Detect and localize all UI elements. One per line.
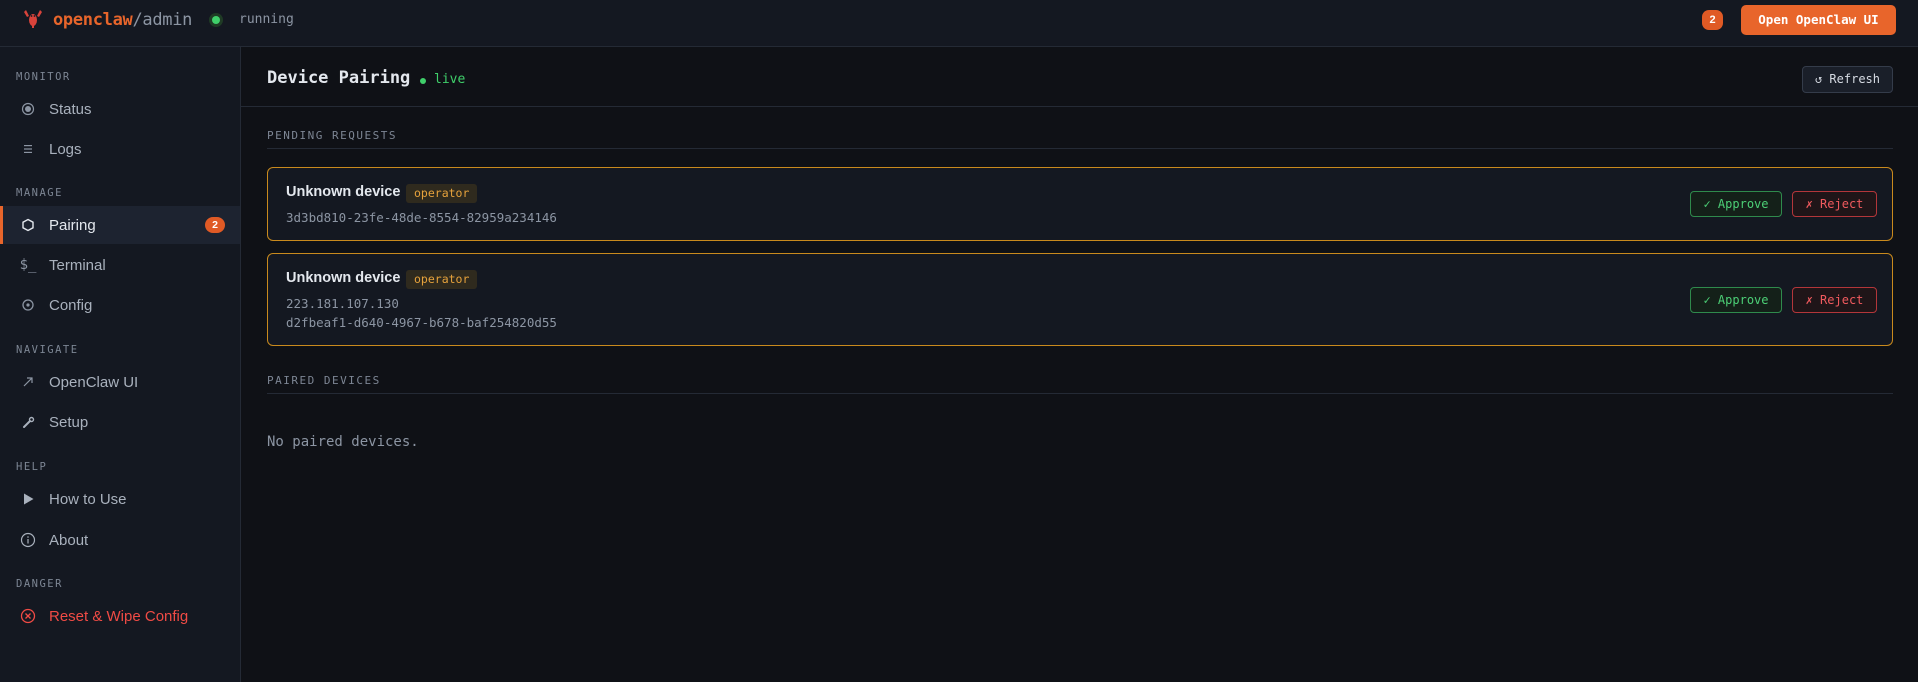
- brand-name: openclaw: [53, 10, 133, 30]
- device-ip: 223.181.107.130: [286, 296, 399, 311]
- page-title: Device Pairing: [267, 68, 411, 88]
- section-label-navigate: NAVIGATE: [16, 344, 79, 356]
- section-label-manage: MANAGE: [16, 187, 63, 199]
- pending-request-card: Unknown device operator 3d3bd810-23fe-48…: [267, 167, 1893, 241]
- role-badge: operator: [406, 270, 478, 289]
- live-label: live: [434, 72, 466, 87]
- play-icon: [17, 488, 39, 510]
- hexagon-icon: [17, 214, 39, 236]
- lobster-logo-icon: [22, 7, 44, 34]
- device-name: Unknown device: [286, 184, 401, 200]
- external-arrow-icon: [17, 371, 39, 393]
- approve-button[interactable]: ✓ Approve: [1690, 191, 1782, 217]
- paired-devices-heading: PAIRED DEVICES: [267, 374, 1893, 394]
- sidebar-item-label: How to Use: [49, 490, 127, 508]
- sidebar-item-label: Logs: [49, 140, 82, 158]
- pairing-count-badge: 2: [205, 217, 225, 233]
- reject-button[interactable]: ✗ Reject: [1792, 287, 1877, 313]
- sidebar-item-label: Status: [49, 100, 92, 118]
- notification-badge[interactable]: 2: [1702, 10, 1723, 30]
- gear-icon: [17, 294, 39, 316]
- terminal-icon: $_: [19, 257, 37, 273]
- circle-x-icon: [17, 605, 39, 627]
- sidebar-item-openclaw-ui[interactable]: OpenClaw UI: [0, 363, 240, 401]
- empty-state-text: No paired devices.: [267, 434, 419, 450]
- sidebar-item-label: OpenClaw UI: [49, 373, 139, 391]
- device-name: Unknown device: [286, 270, 401, 286]
- open-openclaw-ui-button[interactable]: Open OpenClaw UI: [1741, 5, 1896, 35]
- sidebar-item-status[interactable]: Status: [0, 90, 240, 128]
- sidebar-item-label: About: [49, 531, 89, 549]
- sidebar-item-label: Config: [49, 296, 93, 314]
- sidebar-item-label: Terminal: [49, 256, 106, 274]
- sidebar-item-label: Setup: [49, 413, 89, 431]
- sidebar-item-pairing[interactable]: Pairing 2: [0, 206, 240, 244]
- reject-button[interactable]: ✗ Reject: [1792, 191, 1877, 217]
- device-id: 3d3bd810-23fe-48de-8554-82959a234146: [286, 210, 557, 225]
- sidebar: MONITOR Status Logs MANAGE Pairing 2 $_ …: [0, 47, 241, 682]
- sidebar-item-terminal[interactable]: $_ Terminal: [0, 246, 240, 284]
- sidebar-item-logs[interactable]: Logs: [0, 130, 240, 168]
- sidebar-item-setup[interactable]: Setup: [0, 403, 240, 441]
- main-content: Device Pairing live ↺ Refresh PENDING RE…: [241, 47, 1918, 682]
- refresh-button[interactable]: ↺ Refresh: [1802, 66, 1893, 93]
- status-text: running: [239, 12, 294, 27]
- sidebar-item-label: Reset & Wipe Config: [49, 607, 189, 625]
- sidebar-item-reset-wipe-config[interactable]: Reset & Wipe Config: [0, 597, 240, 635]
- status-indicator-icon: [209, 13, 223, 27]
- sidebar-item-how-to-use[interactable]: How to Use: [0, 480, 240, 518]
- approve-button[interactable]: ✓ Approve: [1690, 287, 1782, 313]
- top-bar: openclaw/admin running 2 Open OpenClaw U…: [0, 0, 1918, 47]
- info-icon: [17, 529, 39, 551]
- pending-requests-heading: PENDING REQUESTS: [267, 129, 1893, 149]
- role-badge: operator: [406, 184, 478, 203]
- live-indicator-icon: [420, 78, 426, 84]
- sidebar-item-about[interactable]: About: [0, 521, 240, 559]
- radio-dot-icon: [17, 98, 39, 120]
- section-label-monitor: MONITOR: [16, 71, 71, 83]
- sidebar-item-label: Pairing: [49, 216, 96, 234]
- device-id: d2fbeaf1-d640-4967-b678-baf254820d55: [286, 315, 557, 330]
- list-icon: [17, 138, 39, 160]
- wrench-icon: [17, 411, 39, 433]
- brand[interactable]: openclaw/admin: [22, 9, 192, 31]
- pending-request-card: Unknown device operator 223.181.107.130 …: [267, 253, 1893, 346]
- brand-suffix: /admin: [132, 10, 193, 30]
- section-label-help: HELP: [16, 461, 48, 473]
- page-header: Device Pairing live ↺ Refresh: [241, 47, 1918, 107]
- sidebar-item-config[interactable]: Config: [0, 286, 240, 324]
- section-label-danger: DANGER: [16, 578, 63, 590]
